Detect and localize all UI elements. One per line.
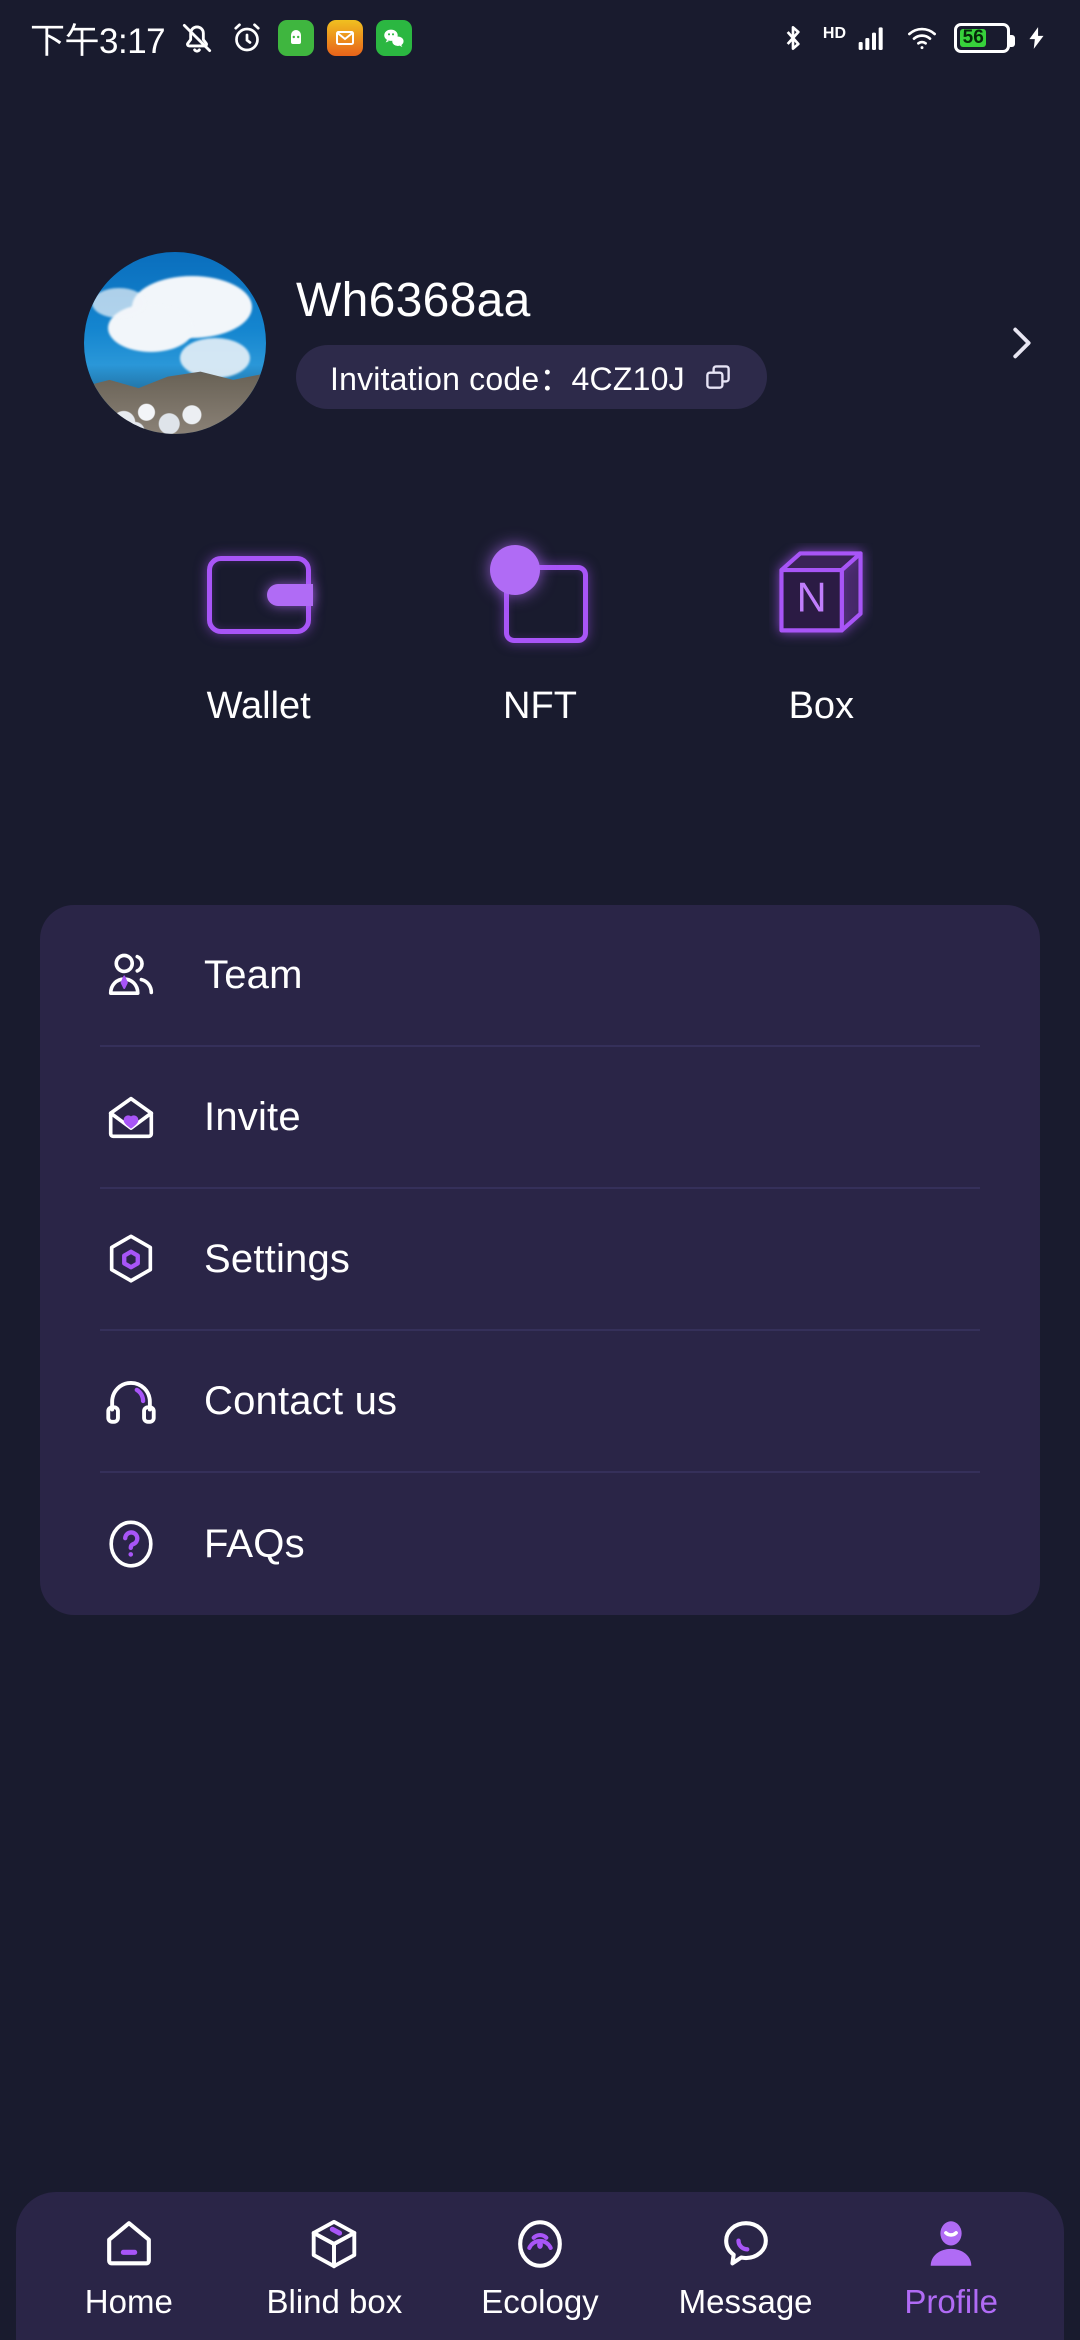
chevron-right-icon[interactable]	[998, 320, 1044, 366]
wechat-app-icon	[376, 20, 413, 56]
menu-item-label: FAQs	[204, 1521, 305, 1566]
profile-text: Wh6368aa Invitation code：4CZ10J	[296, 277, 988, 409]
quick-action-label: NFT	[503, 685, 577, 727]
menu-item-label: Settings	[204, 1236, 351, 1281]
menu-item-team[interactable]: Team	[100, 905, 980, 1047]
menu-item-faqs[interactable]: FAQs	[100, 1473, 980, 1615]
menu-item-contact-us[interactable]: Contact us	[100, 1331, 980, 1473]
envelope-heart-icon	[100, 1086, 162, 1148]
invitation-code-label: Invitation code：4CZ10J	[330, 361, 685, 397]
nft-icon	[489, 545, 590, 645]
nav-item-blind-box[interactable]: Blind box	[232, 2211, 438, 2321]
nav-item-home[interactable]: Home	[26, 2211, 232, 2321]
app-screen: 下午3:17 HD 56 Wh6368aa Invitation code：4C…	[0, 0, 1080, 2340]
bluetooth-icon	[777, 22, 809, 54]
battery-level: 56	[960, 27, 987, 48]
quick-action-nft[interactable]: NFT	[399, 545, 680, 728]
cube-letter: N	[797, 574, 827, 621]
quick-actions: Wallet NFT N Box	[0, 545, 1080, 775]
quick-action-label: Box	[788, 685, 855, 727]
nav-item-label: Message	[678, 2283, 813, 2320]
invitation-code-pill[interactable]: Invitation code：4CZ10J	[296, 345, 767, 409]
mail-app-icon	[327, 20, 364, 56]
app-green-icon	[278, 20, 315, 56]
chat-bubble-icon	[717, 2211, 775, 2273]
charging-bolt-icon	[1024, 22, 1050, 54]
menu-item-label: Team	[204, 952, 303, 997]
nav-item-ecology[interactable]: Ecology	[437, 2211, 643, 2321]
battery-icon: 56	[954, 23, 1015, 53]
wallet-icon	[206, 545, 313, 645]
wifi-icon	[904, 22, 940, 54]
avatar-town	[84, 370, 226, 434]
nav-item-label: Profile	[904, 2283, 998, 2320]
alarm-clock-icon	[229, 20, 265, 56]
status-bar-left: 下午3:17	[30, 13, 413, 64]
cube-icon	[305, 2211, 363, 2273]
menu-item-invite[interactable]: Invite	[100, 1047, 980, 1189]
avatar[interactable]	[84, 252, 266, 434]
box-cube-icon: N	[769, 545, 873, 645]
quick-action-wallet[interactable]: Wallet	[118, 545, 399, 728]
status-time: 下午3:17	[30, 21, 166, 61]
hd-icon: HD	[822, 25, 846, 42]
bottom-navigation: Home Blind box Ecology Message Profile	[16, 2192, 1064, 2340]
hexagon-gear-icon	[100, 1228, 162, 1290]
menu-item-settings[interactable]: Settings	[100, 1189, 980, 1331]
person-icon	[922, 2211, 980, 2273]
nav-item-message[interactable]: Message	[643, 2211, 849, 2321]
quick-action-label: Wallet	[206, 685, 311, 727]
profile-header[interactable]: Wh6368aa Invitation code：4CZ10J	[0, 248, 1080, 438]
copy-icon[interactable]	[703, 362, 733, 392]
mute-bell-icon	[178, 19, 216, 57]
menu-card: Team Invite Settings Contact us FAQs	[40, 905, 1040, 1615]
quick-action-box[interactable]: N Box	[681, 545, 962, 728]
nav-item-label: Blind box	[266, 2283, 403, 2320]
question-circle-icon	[100, 1513, 162, 1575]
ecology-circle-icon	[511, 2211, 569, 2273]
nav-item-label: Home	[84, 2283, 173, 2320]
status-bar: 下午3:17 HD 56	[0, 0, 1080, 76]
menu-item-label: Contact us	[204, 1378, 398, 1423]
menu-item-label: Invite	[204, 1094, 301, 1139]
username: Wh6368aa	[296, 274, 531, 327]
status-bar-right: HD 56	[777, 22, 1050, 54]
home-icon	[100, 2211, 158, 2273]
headset-icon	[100, 1370, 162, 1432]
cellular-signal-icon	[854, 22, 890, 54]
people-group-icon	[100, 944, 162, 1006]
nav-item-profile[interactable]: Profile	[848, 2211, 1054, 2321]
nav-item-label: Ecology	[481, 2283, 599, 2320]
avatar-cloud	[92, 288, 146, 318]
